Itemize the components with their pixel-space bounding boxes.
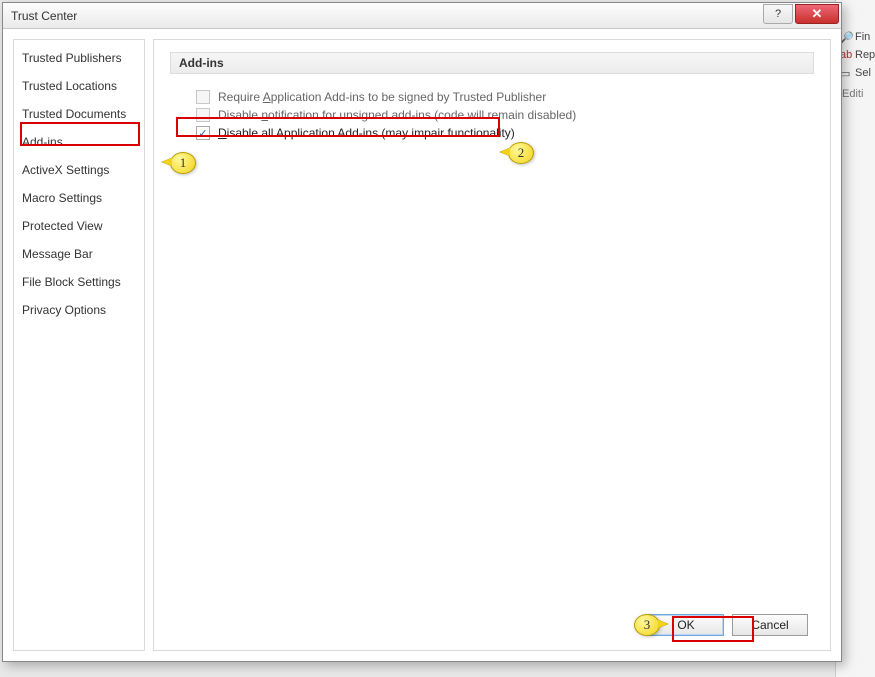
option-require-signed: Require Application Add-ins to be signed… (170, 88, 814, 106)
label-disable-all-addins: Disable all Application Add-ins (may imp… (218, 126, 515, 140)
help-button[interactable]: ? (763, 4, 793, 24)
content-panel: Add-ins Require Application Add-ins to b… (153, 39, 831, 651)
sidebar-item-trusted-locations[interactable]: Trusted Locations (14, 72, 144, 100)
dialog-title: Trust Center (11, 9, 763, 23)
label-require-signed: Require Application Add-ins to be signed… (218, 90, 546, 104)
dialog-footer: OK Cancel (170, 606, 814, 640)
sidebar-item-file-block-settings[interactable]: File Block Settings (14, 268, 144, 296)
category-sidebar: Trusted Publishers Trusted Locations Tru… (13, 39, 145, 651)
section-header: Add-ins (170, 52, 814, 74)
close-button[interactable]: ✕ (795, 4, 839, 24)
option-disable-notification: Disable notification for unsigned add-in… (170, 106, 814, 124)
sidebar-item-trusted-documents[interactable]: Trusted Documents (14, 100, 144, 128)
sidebar-item-macro-settings[interactable]: Macro Settings (14, 184, 144, 212)
sidebar-item-privacy-options[interactable]: Privacy Options (14, 296, 144, 324)
sidebar-item-trusted-publishers[interactable]: Trusted Publishers (14, 44, 144, 72)
ok-button[interactable]: OK (648, 614, 724, 636)
option-disable-all-addins: ✓ Disable all Application Add-ins (may i… (170, 124, 814, 142)
cancel-button[interactable]: Cancel (732, 614, 808, 636)
titlebar: Trust Center ? ✕ (3, 3, 841, 29)
sidebar-item-add-ins[interactable]: Add-ins (14, 128, 144, 156)
checkbox-disable-all-addins[interactable]: ✓ (196, 126, 210, 140)
label-disable-notification: Disable notification for unsigned add-in… (218, 108, 576, 122)
trust-center-dialog: Trust Center ? ✕ Trusted Publishers Trus… (2, 2, 842, 662)
checkbox-disable-notification[interactable] (196, 108, 210, 122)
sidebar-item-protected-view[interactable]: Protected View (14, 212, 144, 240)
sidebar-item-message-bar[interactable]: Message Bar (14, 240, 144, 268)
sidebar-item-activex-settings[interactable]: ActiveX Settings (14, 156, 144, 184)
checkbox-require-signed[interactable] (196, 90, 210, 104)
